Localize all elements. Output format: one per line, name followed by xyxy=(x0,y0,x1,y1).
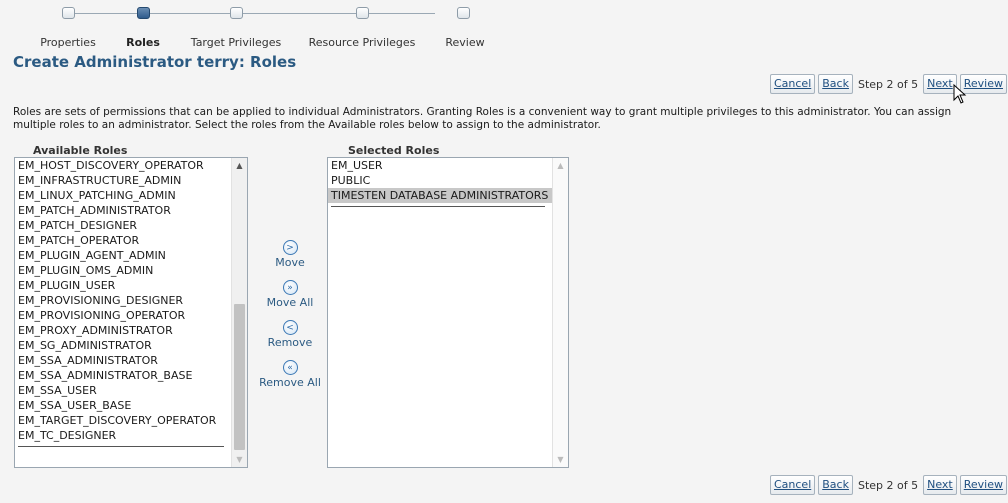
train-label-properties[interactable]: Properties xyxy=(40,36,96,49)
train-label-roles: Roles xyxy=(126,36,160,49)
remove-all-button[interactable]: « Remove All xyxy=(255,360,325,400)
train-step-indicator: Properties Roles Target Privileges Resou… xyxy=(0,0,520,52)
double-chevron-left-icon: « xyxy=(282,360,298,375)
train-stop-roles xyxy=(137,7,150,19)
train-label-resource-privileges[interactable]: Resource Privileges xyxy=(309,36,416,49)
available-role-item[interactable]: EM_SG_ADMINISTRATOR xyxy=(15,338,231,353)
available-role-item[interactable]: EM_PROVISIONING_OPERATOR xyxy=(15,308,231,323)
available-role-item[interactable]: EM_LINUX_PATCHING_ADMIN xyxy=(15,188,231,203)
chevron-right-icon: > xyxy=(282,240,298,255)
scroll-down-icon[interactable]: ▼ xyxy=(553,452,568,467)
mouse-cursor-icon xyxy=(953,84,967,104)
list-separator xyxy=(18,446,224,447)
page-title: Create Administrator terry: Roles xyxy=(13,53,297,71)
available-role-item[interactable]: EM_PATCH_DESIGNER xyxy=(15,218,231,233)
train-stop-properties[interactable] xyxy=(62,7,75,19)
selected-role-item[interactable]: PUBLIC xyxy=(328,173,552,188)
available-roles-scrollbar[interactable]: ▲ ▼ xyxy=(231,158,247,467)
available-role-item[interactable]: EM_PROXY_ADMINISTRATOR xyxy=(15,323,231,338)
cancel-button[interactable]: Cancel xyxy=(769,475,816,495)
move-button[interactable]: > Move xyxy=(255,240,325,280)
train-label-review[interactable]: Review xyxy=(445,36,484,49)
next-button[interactable]: Next xyxy=(923,74,957,94)
step-indicator-text: Step 2 of 5 xyxy=(857,478,919,492)
available-roles-listbox[interactable]: EM_HOST_DISCOVERY_OPERATOR EM_INFRASTRUCT… xyxy=(14,157,248,468)
step-indicator-text: Step 2 of 5 xyxy=(857,77,919,91)
available-role-item[interactable]: EM_HOST_DISCOVERY_OPERATOR xyxy=(15,158,231,173)
available-roles-items: EM_HOST_DISCOVERY_OPERATOR EM_INFRASTRUCT… xyxy=(15,158,231,447)
move-label: Move xyxy=(275,256,305,269)
available-role-item[interactable]: EM_PATCH_OPERATOR xyxy=(15,233,231,248)
available-role-item[interactable]: EM_SSA_USER_BASE xyxy=(15,398,231,413)
remove-all-label: Remove All xyxy=(259,376,321,389)
next-button[interactable]: Next xyxy=(923,475,957,495)
selected-role-item[interactable]: EM_USER xyxy=(328,158,552,173)
scroll-up-icon[interactable]: ▲ xyxy=(553,158,568,173)
nav-bar-bottom: Cancel Back Step 2 of 5 Next Review xyxy=(769,475,1007,495)
list-separator xyxy=(331,206,545,207)
available-role-item[interactable]: EM_TARGET_DISCOVERY_OPERATOR xyxy=(15,413,231,428)
chevron-left-icon: < xyxy=(282,320,298,335)
selected-roles-listbox[interactable]: EM_USER PUBLIC TIMESTEN DATABASE ADMINISTR… xyxy=(327,157,569,468)
available-role-item[interactable]: EM_PLUGIN_USER xyxy=(15,278,231,293)
selected-role-item[interactable]: TIMESTEN DATABASE ADMINISTRATORS xyxy=(328,188,552,203)
cancel-button[interactable]: Cancel xyxy=(769,74,816,94)
scroll-down-icon[interactable]: ▼ xyxy=(232,452,247,467)
scroll-up-icon[interactable]: ▲ xyxy=(232,158,247,173)
available-role-item[interactable]: EM_INFRASTRUCTURE_ADMIN xyxy=(15,173,231,188)
nav-bar-top: Cancel Back Step 2 of 5 Next Review xyxy=(769,74,1007,94)
available-role-item[interactable]: EM_PROVISIONING_DESIGNER xyxy=(15,293,231,308)
available-role-item[interactable]: EM_PATCH_ADMINISTRATOR xyxy=(15,203,231,218)
review-button[interactable]: Review xyxy=(959,475,1007,495)
train-stop-resource-privileges[interactable] xyxy=(356,7,369,19)
available-roles-header: Available Roles xyxy=(33,144,128,157)
train-label-target-privileges[interactable]: Target Privileges xyxy=(191,36,281,49)
double-chevron-right-icon: » xyxy=(282,280,298,295)
scroll-thumb[interactable] xyxy=(234,304,245,450)
move-all-label: Move All xyxy=(266,296,314,309)
available-role-item[interactable]: EM_SSA_USER xyxy=(15,383,231,398)
available-role-item[interactable]: EM_SSA_ADMINISTRATOR xyxy=(15,353,231,368)
back-button[interactable]: Back xyxy=(818,74,853,94)
selected-roles-items: EM_USER PUBLIC TIMESTEN DATABASE ADMINISTR… xyxy=(328,158,552,207)
train-stop-target-privileges[interactable] xyxy=(230,7,243,19)
move-all-button[interactable]: » Move All xyxy=(255,280,325,320)
available-role-item[interactable]: EM_PLUGIN_OMS_ADMIN xyxy=(15,263,231,278)
back-button[interactable]: Back xyxy=(818,475,853,495)
available-role-item[interactable]: EM_SSA_ADMINISTRATOR_BASE xyxy=(15,368,231,383)
shuttle-controls: > Move » Move All < Remove « Remove All xyxy=(255,240,325,400)
selected-roles-header: Selected Roles xyxy=(348,144,440,157)
train-stop-review[interactable] xyxy=(457,7,470,19)
available-role-item[interactable]: EM_PLUGIN_AGENT_ADMIN xyxy=(15,248,231,263)
remove-button[interactable]: < Remove xyxy=(255,320,325,360)
remove-label: Remove xyxy=(267,336,313,349)
available-role-item[interactable]: EM_TC_DESIGNER xyxy=(15,428,231,443)
roles-description: Roles are sets of permissions that can b… xyxy=(13,106,952,131)
train-connector xyxy=(75,13,435,14)
selected-roles-scrollbar[interactable]: ▲ ▼ xyxy=(552,158,568,467)
